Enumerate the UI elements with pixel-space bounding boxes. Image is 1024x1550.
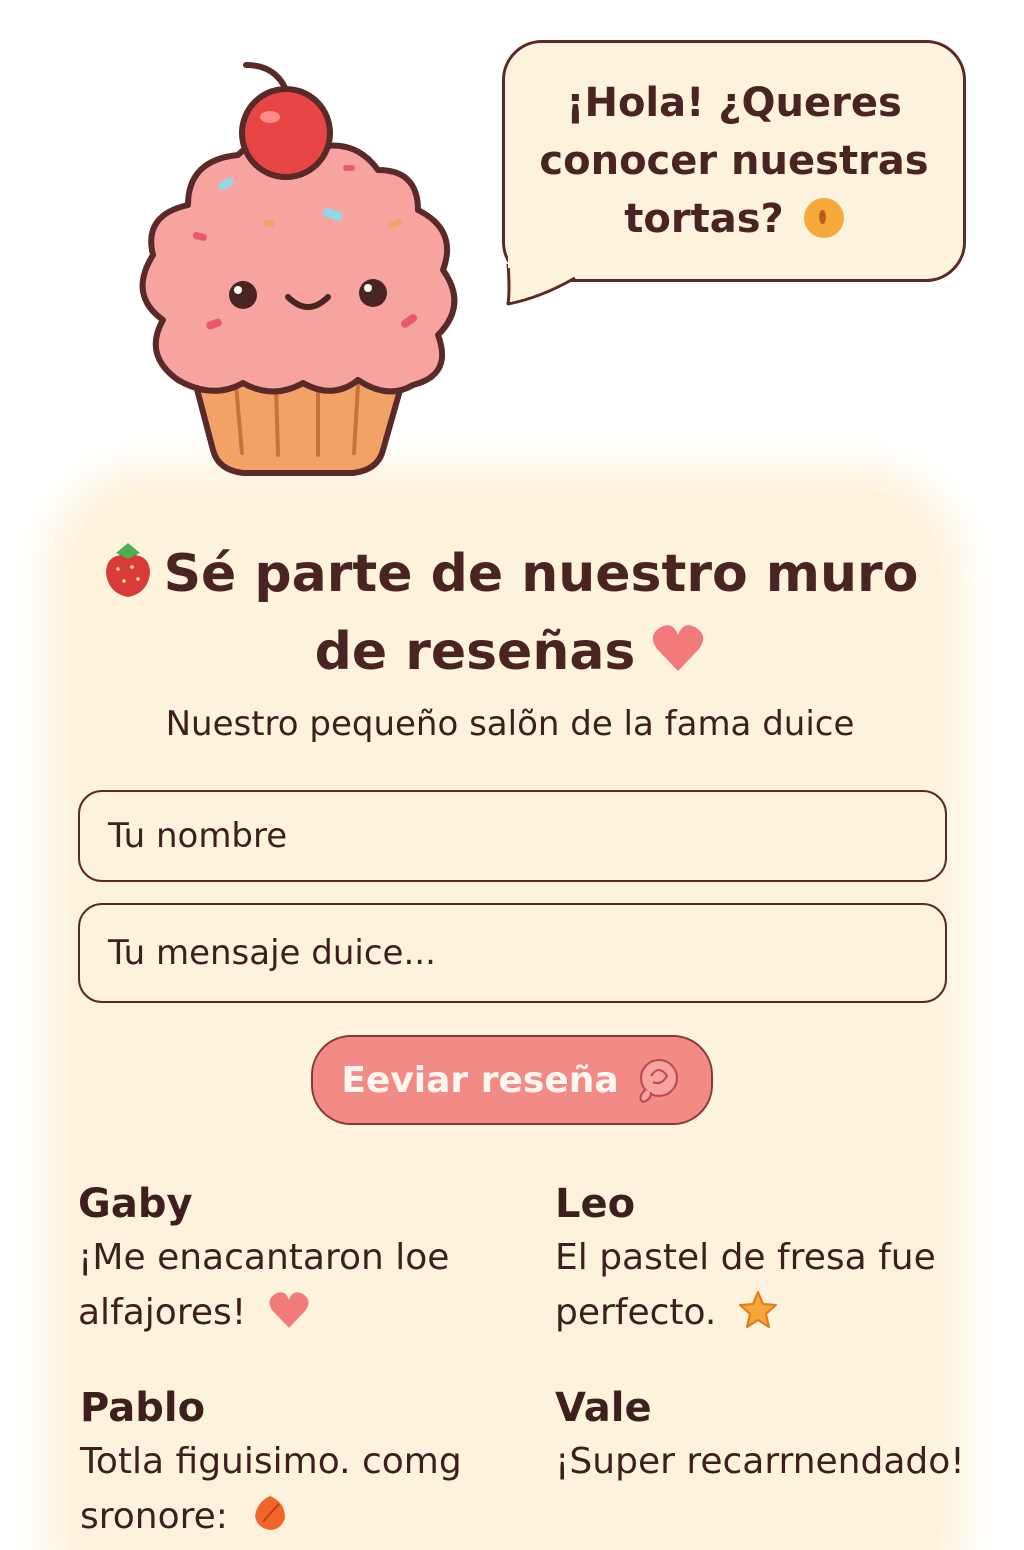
review-message: ¡Me enacantaron loe alfajores! bbox=[78, 1230, 498, 1340]
strawberry-icon bbox=[105, 543, 150, 597]
star-icon bbox=[738, 1291, 777, 1328]
submit-review-label: Eeviar reseña bbox=[341, 1059, 619, 1101]
review-message-text: ¡Me enacantaron loe alfajores! bbox=[78, 1237, 450, 1333]
review-card: Vale ¡Super recarrnendado! bbox=[555, 1382, 975, 1489]
review-card: Gaby ¡Me enacantaron loe alfajores! bbox=[78, 1178, 498, 1340]
submit-review-button[interactable]: Eeviar reseña bbox=[311, 1035, 713, 1125]
page-title: Sé parte de nuestro muro de reseñas bbox=[80, 535, 940, 691]
cupcake-mascot-icon bbox=[139, 62, 458, 476]
speech-bubble: ¡Hola! ¿Queres conocer nuestras tortas? bbox=[502, 40, 966, 282]
rose-icon bbox=[639, 1059, 678, 1104]
review-author: Leo bbox=[555, 1181, 636, 1227]
page-subtitle: Nuestro pequeño salõn de la fama duice bbox=[165, 704, 855, 744]
review-author: Pablo bbox=[80, 1385, 206, 1431]
name-input-placeholder: Tu nombre bbox=[108, 816, 288, 856]
review-message: El pastel de fresa fue perfecto. bbox=[555, 1230, 975, 1340]
message-input[interactable]: Tu mensaje duice... bbox=[78, 903, 947, 1003]
review-message: ¡Super recarrnendado! bbox=[555, 1441, 965, 1482]
page-title-text: Sé parte de nuestro muro de reseñas bbox=[163, 544, 919, 682]
review-author: Gaby bbox=[78, 1181, 193, 1227]
name-input[interactable]: Tu nombre bbox=[78, 790, 947, 882]
leaf-icon bbox=[255, 1496, 286, 1530]
review-card: Pablo Totla figuisimo. comg sronore: bbox=[80, 1382, 500, 1544]
orange-emoji-icon bbox=[803, 198, 844, 238]
review-message: Totla figuisimo. comg sronore: bbox=[80, 1434, 500, 1544]
speech-bubble-label: ¡Hola! ¿Queres conocer nuestras tortas? bbox=[539, 80, 929, 242]
heart-icon bbox=[653, 625, 704, 671]
review-card: Leo El pastel de fresa fue perfecto. bbox=[555, 1178, 975, 1340]
heart-icon bbox=[269, 1292, 309, 1328]
message-input-placeholder: Tu mensaje duice... bbox=[108, 933, 436, 973]
speech-bubble-text: ¡Hola! ¿Queres conocer nuestras tortas? bbox=[505, 74, 963, 248]
speech-bubble-tail bbox=[506, 250, 588, 306]
review-author: Vale bbox=[555, 1385, 652, 1431]
